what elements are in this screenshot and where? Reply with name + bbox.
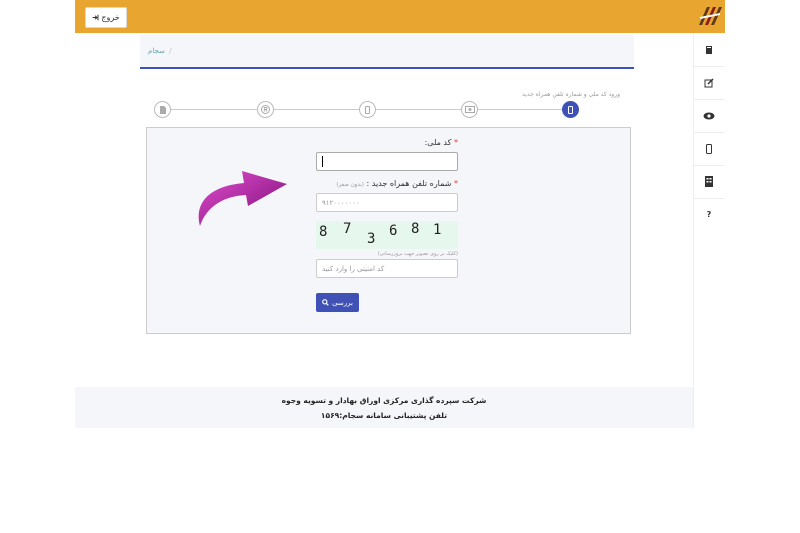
- national-code-input[interactable]: [316, 152, 458, 171]
- text-caret: [322, 156, 323, 167]
- question-icon: ?: [706, 210, 712, 219]
- captcha-digit: 7: [343, 221, 352, 237]
- sidebar-item-help[interactable]: ?: [693, 198, 725, 231]
- step-2: [257, 101, 274, 118]
- security-code-input[interactable]: کد امنیتی را وارد کنید: [316, 259, 458, 278]
- required-mark: *: [454, 179, 458, 188]
- mobile-input[interactable]: ۹۱۲۰۰۰۰۰۰۰: [316, 193, 458, 212]
- sidebar-item-edit[interactable]: [693, 66, 725, 100]
- national-code-label-text: کد ملی:: [424, 138, 452, 147]
- security-code-placeholder: کد امنیتی را وارد کنید: [322, 264, 385, 273]
- registered-icon: [261, 105, 270, 114]
- eye-icon: [703, 112, 715, 119]
- mobile-label-text: شماره تلفن همراه جدید :: [366, 179, 452, 188]
- captcha-digit: 1: [433, 222, 442, 238]
- footer-support-phone: تلفن پشتیبانی سامانه سجام:۱۵۶۹: [320, 411, 448, 420]
- required-mark: *: [454, 138, 458, 147]
- footer-company: شرکت سپرده گذاری مرکزی اوراق بهادار و تس…: [281, 396, 487, 405]
- file-icon: [159, 105, 166, 114]
- mobile-placeholder: ۹۱۲۰۰۰۰۰۰۰: [322, 198, 360, 207]
- mobile-label: * شماره تلفن همراه جدید : (بدون صفر): [300, 179, 458, 188]
- breadcrumb-separator: /: [169, 47, 172, 55]
- top-bar: [75, 0, 725, 33]
- step-3: [359, 101, 376, 118]
- footer: [75, 387, 693, 428]
- sign-out-icon: [93, 14, 99, 21]
- check-button[interactable]: بررسی: [316, 293, 359, 312]
- national-code-label: * کد ملی:: [300, 138, 458, 147]
- step-label: ورود کد ملی و شماره تلفن همراه جدید: [522, 91, 620, 98]
- breadcrumb: سجام /: [148, 47, 171, 55]
- captcha-digit: 3: [367, 231, 376, 247]
- logo: [697, 3, 723, 29]
- step-1: [154, 101, 171, 118]
- step-4: [461, 101, 478, 118]
- mobile-hint: (بدون صفر): [336, 182, 364, 188]
- search-icon: [322, 299, 329, 306]
- sidebar-item-building[interactable]: [693, 165, 725, 199]
- captcha-digit: 8: [411, 221, 420, 237]
- sidebar-item-book[interactable]: [693, 33, 725, 67]
- building-icon: [705, 176, 713, 187]
- logout-button[interactable]: خروج: [85, 7, 127, 28]
- mobile-icon: [568, 105, 573, 114]
- captcha-digit: 8: [319, 224, 328, 240]
- check-button-label: بررسی: [332, 298, 353, 307]
- money-icon: [464, 106, 475, 113]
- edit-icon: [704, 77, 714, 87]
- mobile-icon: [706, 143, 712, 154]
- book-icon: [706, 45, 712, 54]
- mobile-icon: [365, 105, 370, 114]
- breadcrumb-panel: سجام /: [140, 35, 634, 69]
- captcha-hint: (کلیک بر روی تصویر جهت بروزرسانی): [377, 251, 458, 257]
- step-5-active: [562, 101, 579, 118]
- breadcrumb-current[interactable]: سجام: [148, 47, 165, 55]
- sidebar-item-eye[interactable]: [693, 99, 725, 133]
- captcha-digit: 6: [389, 223, 398, 239]
- sidebar-item-mobile[interactable]: [693, 132, 725, 166]
- captcha-image[interactable]: 8 7 3 6 8 1: [316, 221, 458, 249]
- logout-label: خروج: [101, 13, 120, 22]
- arrow-icon: [198, 171, 287, 226]
